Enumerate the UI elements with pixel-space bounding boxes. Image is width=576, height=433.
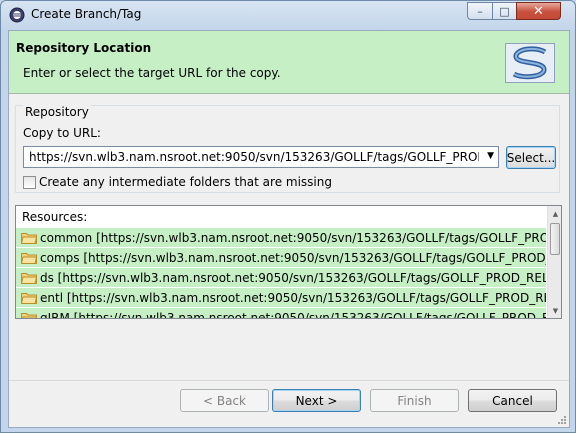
close-icon: ✕ bbox=[533, 3, 544, 19]
minimize-icon: – bbox=[477, 4, 483, 18]
eclipse-app-icon bbox=[9, 7, 25, 23]
title-bar[interactable]: Create Branch/Tag – □ ✕ bbox=[1, 1, 575, 29]
list-item[interactable]: entl [https://svn.wlb3.nam.nsroot.net:90… bbox=[16, 288, 546, 308]
scroll-up-icon[interactable]: ▲ bbox=[548, 206, 561, 221]
window-title: Create Branch/Tag bbox=[31, 7, 142, 21]
wizard-banner: Repository Location Enter or select the … bbox=[9, 31, 569, 94]
list-item[interactable]: ds [https://svn.wlb3.nam.nsroot.net:9050… bbox=[16, 268, 546, 288]
list-item[interactable]: comps [https://svn.wlb3.nam.nsroot.net:9… bbox=[16, 248, 546, 268]
create-folders-checkbox[interactable] bbox=[23, 176, 36, 189]
banner-title: Repository Location bbox=[16, 41, 152, 55]
select-url-button[interactable]: Select... bbox=[506, 146, 556, 169]
maximize-button[interactable]: □ bbox=[492, 2, 517, 20]
resources-header: Resources: bbox=[22, 210, 88, 224]
cancel-button[interactable]: Cancel bbox=[468, 389, 557, 412]
copy-to-url-value[interactable]: https://svn.wlb3.nam.nsroot.net:9050/svn… bbox=[29, 150, 479, 164]
repository-group-label: Repository bbox=[23, 105, 91, 119]
folder-icon bbox=[21, 272, 37, 284]
minimize-button[interactable]: – bbox=[467, 2, 493, 20]
close-button[interactable]: ✕ bbox=[516, 2, 561, 20]
maximize-icon: □ bbox=[499, 4, 510, 18]
resources-list: common [https://svn.wlb3.nam.nsroot.net:… bbox=[16, 228, 546, 319]
finish-button[interactable]: Finish bbox=[370, 389, 459, 412]
resource-text: ds [https://svn.wlb3.nam.nsroot.net:9050… bbox=[40, 270, 546, 285]
resources-list-panel: Resources: common [https://svn.wlb3.nam.… bbox=[15, 205, 562, 319]
resource-text: entl [https://svn.wlb3.nam.nsroot.net:90… bbox=[40, 290, 546, 305]
banner-message: Enter or select the target URL for the c… bbox=[23, 66, 281, 80]
resource-text: comps [https://svn.wlb3.nam.nsroot.net:9… bbox=[40, 250, 546, 265]
scroll-down-icon[interactable]: ▼ bbox=[548, 303, 561, 318]
list-item[interactable]: common [https://svn.wlb3.nam.nsroot.net:… bbox=[16, 228, 546, 248]
next-button[interactable]: Next > bbox=[272, 389, 361, 412]
create-folders-label[interactable]: Create any intermediate folders that are… bbox=[39, 175, 332, 189]
subversion-logo-icon bbox=[505, 43, 555, 83]
folder-icon bbox=[21, 312, 37, 318]
copy-to-url-combo[interactable]: https://svn.wlb3.nam.nsroot.net:9050/svn… bbox=[23, 146, 499, 168]
dialog-client-area: Repository Location Enter or select the … bbox=[8, 30, 570, 428]
list-item[interactable]: gIRM [https://svn.wlb3.nam.nsroot.net:90… bbox=[16, 308, 546, 319]
scrollbar-thumb[interactable] bbox=[550, 223, 560, 255]
chevron-down-icon[interactable]: ▼ bbox=[487, 151, 494, 161]
back-button[interactable]: < Back bbox=[180, 389, 269, 412]
resource-text: gIRM [https://svn.wlb3.nam.nsroot.net:90… bbox=[40, 310, 546, 319]
resource-text: common [https://svn.wlb3.nam.nsroot.net:… bbox=[40, 230, 546, 245]
resize-grip-icon[interactable] bbox=[557, 415, 567, 425]
vertical-scrollbar[interactable]: ▲ ▼ bbox=[547, 206, 561, 318]
folder-icon bbox=[21, 252, 37, 264]
folder-icon bbox=[21, 292, 37, 304]
folder-icon bbox=[21, 232, 37, 244]
button-bar-separator bbox=[9, 380, 569, 381]
copy-to-url-label: Copy to URL: bbox=[23, 126, 101, 140]
dialog-window: Create Branch/Tag – □ ✕ Repository Locat… bbox=[0, 0, 576, 433]
